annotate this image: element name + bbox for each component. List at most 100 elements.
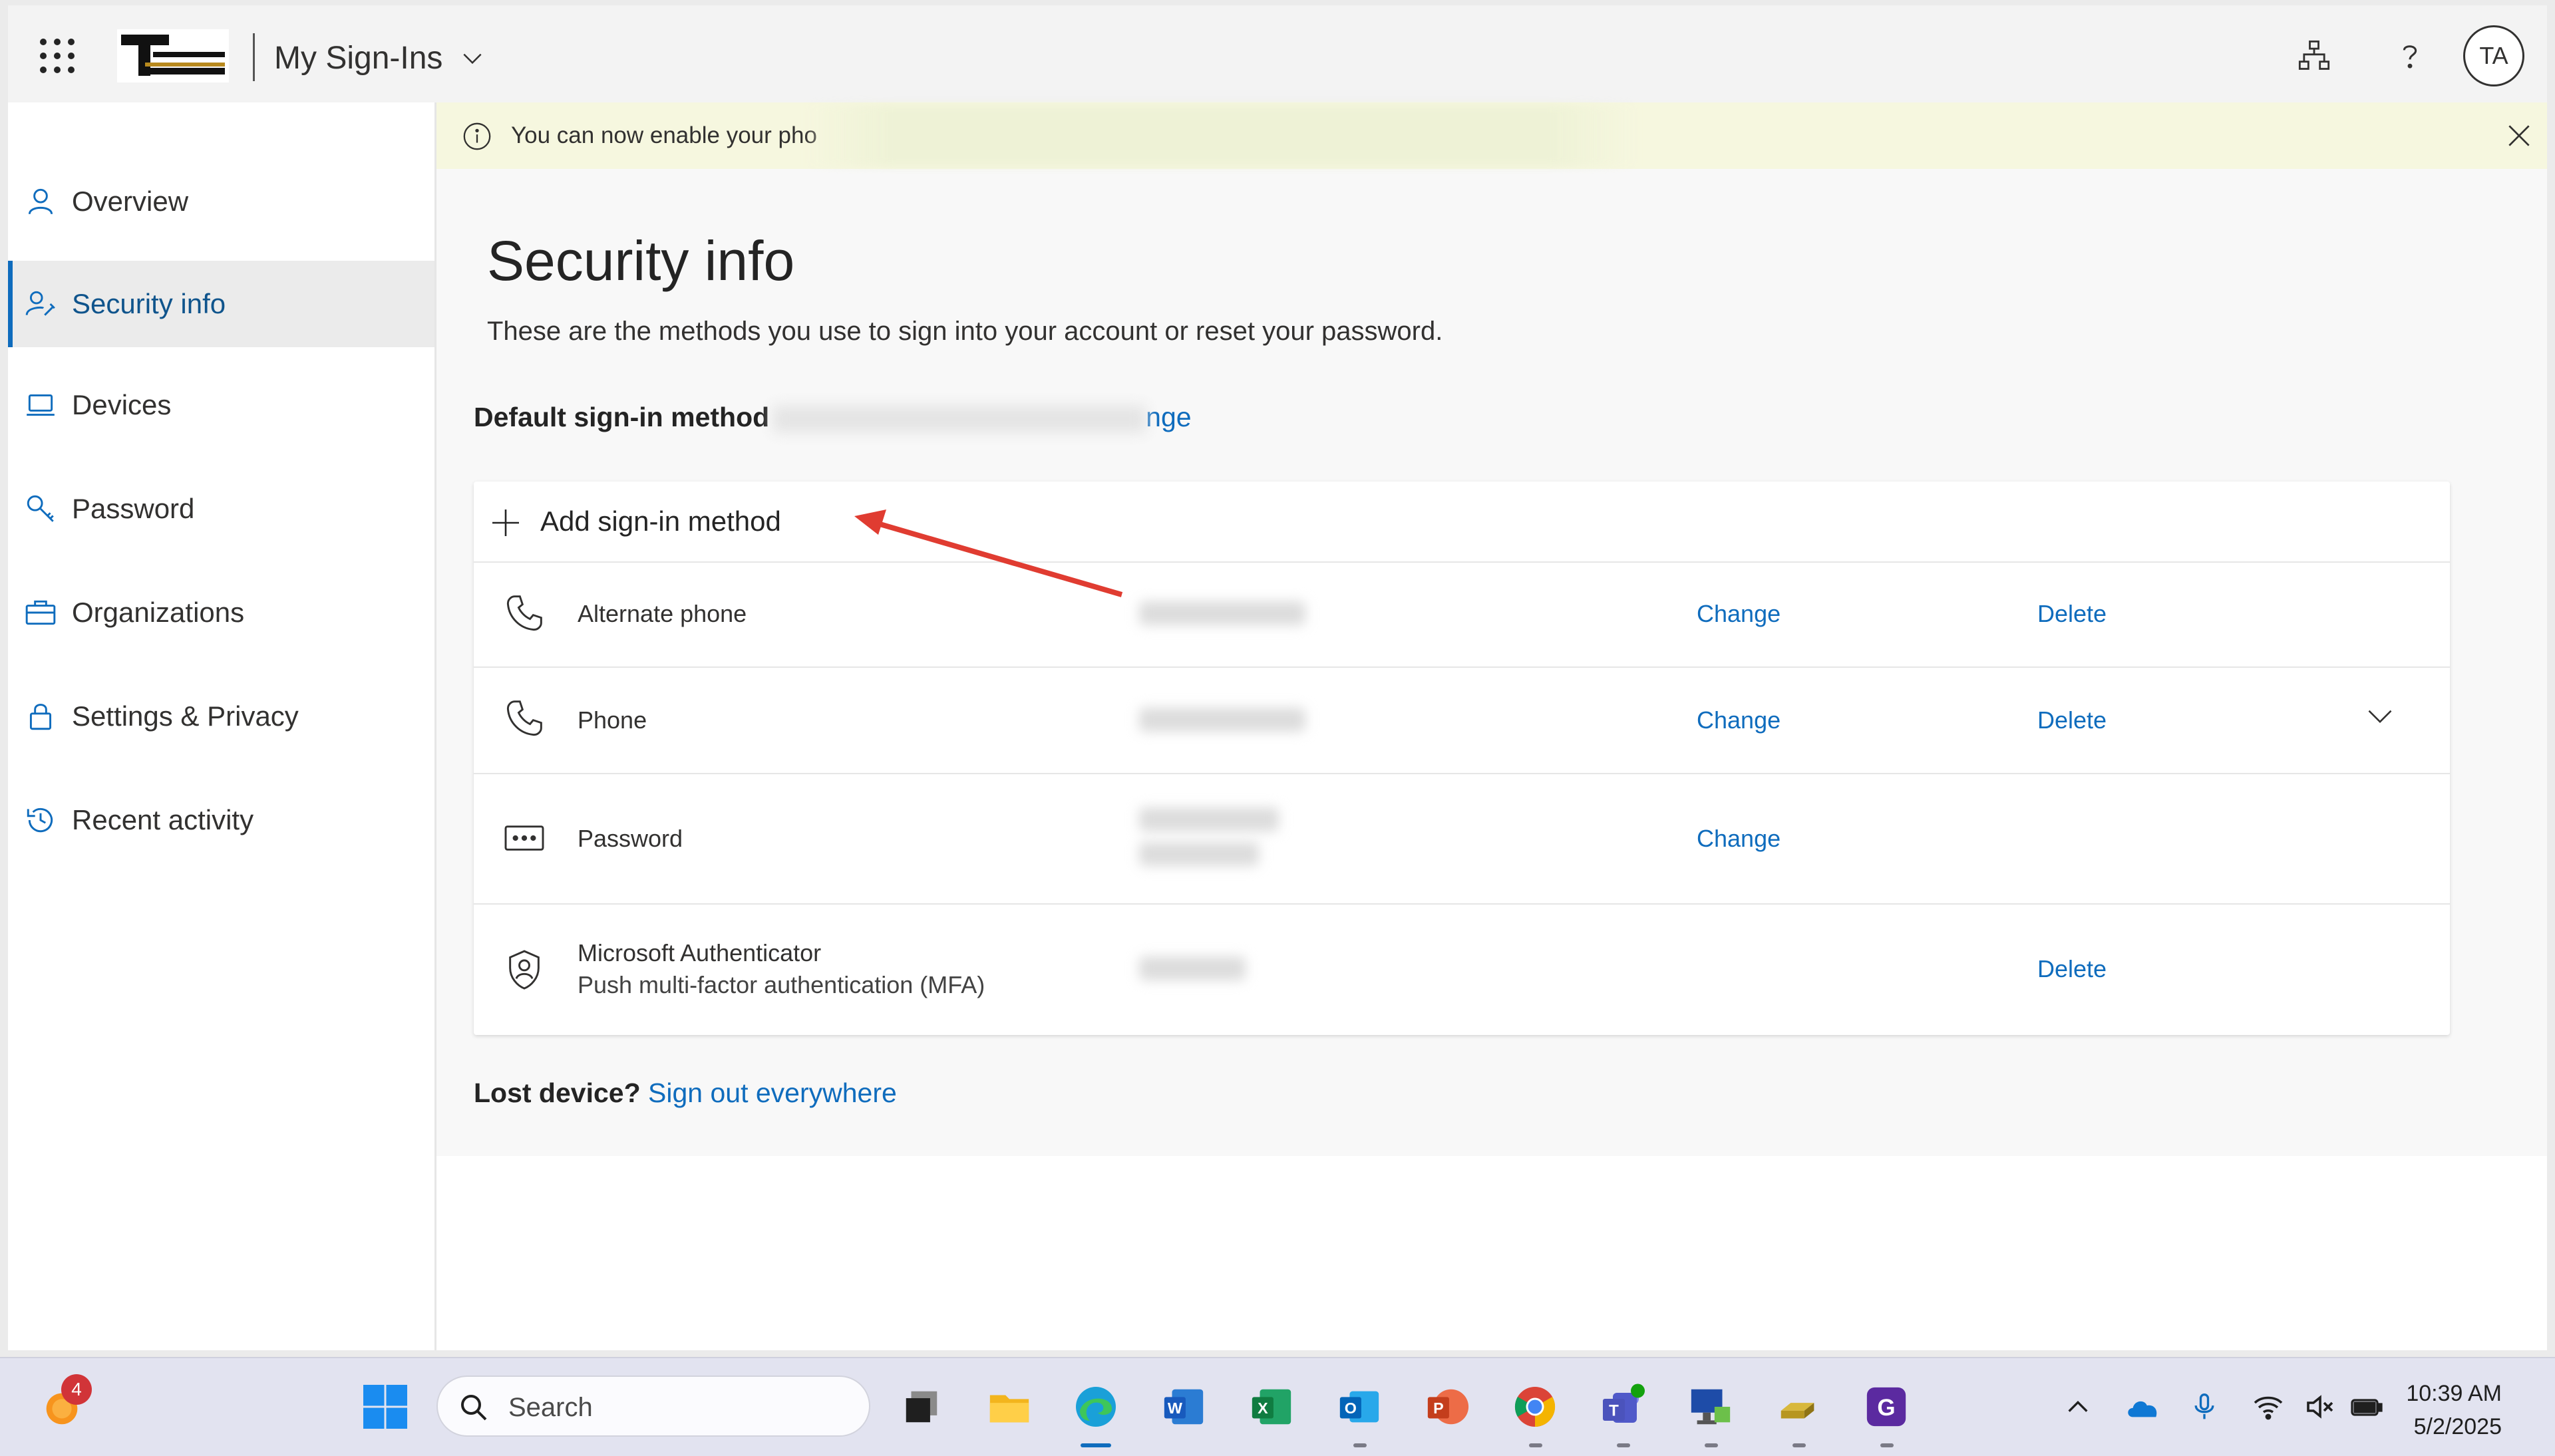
svg-text:X: X xyxy=(1258,1399,1268,1417)
waffle-icon[interactable] xyxy=(40,39,75,73)
password-icon xyxy=(504,825,544,851)
redacted-method-detail xyxy=(1139,708,1305,732)
sidebar-item-label: Password xyxy=(72,493,195,524)
briefcase-icon xyxy=(23,595,59,631)
teams-icon[interactable]: T xyxy=(1597,1381,1649,1433)
remote-desktop-icon[interactable] xyxy=(1685,1381,1737,1433)
lost-device-row: Lost device? Sign out everywhere xyxy=(474,1078,897,1109)
delete-link[interactable]: Delete xyxy=(2037,600,2107,628)
default-sign-in-method: Default sign-in method nge xyxy=(474,402,1192,433)
change-link[interactable]: Change xyxy=(1697,825,1781,853)
lost-device-label: Lost device? xyxy=(474,1078,641,1108)
browser-window: My Sign-Ins TA Overview Security info De… xyxy=(8,5,2547,1350)
edge-browser-icon[interactable] xyxy=(1070,1381,1122,1433)
sign-in-methods-card: Add sign-in method Alternate phone Chang… xyxy=(474,482,2450,1035)
page-description: These are the methods you use to sign in… xyxy=(487,317,1443,346)
chevron-down-icon xyxy=(463,53,482,64)
banner-text: You can now enable your pho xyxy=(511,122,817,148)
method-row-phone: Phone Change Delete xyxy=(474,666,2450,774)
svg-text:O: O xyxy=(1345,1399,1357,1417)
history-icon xyxy=(23,802,59,838)
svg-text:P: P xyxy=(1433,1399,1444,1417)
delete-link[interactable]: Delete xyxy=(2037,955,2107,983)
clock-date: 5/2/2025 xyxy=(2413,1414,2502,1439)
person-key-icon xyxy=(23,286,59,322)
change-link[interactable]: Change xyxy=(1697,706,1781,734)
avatar[interactable]: TA xyxy=(2463,25,2524,86)
outlook-icon[interactable]: O xyxy=(1333,1381,1385,1433)
org-chart-icon[interactable] xyxy=(2294,36,2334,76)
microphone-icon[interactable] xyxy=(2186,1389,2222,1425)
sidebar: Overview Security info Devices Password … xyxy=(8,102,436,1350)
add-method-label: Add sign-in method xyxy=(540,506,781,537)
lock-icon xyxy=(23,698,59,734)
sidebar-item-devices[interactable]: Devices xyxy=(8,362,434,448)
add-sign-in-method-button[interactable]: Add sign-in method xyxy=(474,482,2450,563)
avatar-initials: TA xyxy=(2479,42,2508,69)
close-icon[interactable] xyxy=(2504,121,2534,150)
redacted-banner-text xyxy=(809,105,1634,166)
redacted-method-detail xyxy=(1139,807,1279,831)
chevron-up-icon[interactable] xyxy=(2060,1389,2096,1425)
gold-bars-app-icon[interactable] xyxy=(1773,1381,1824,1433)
onedrive-icon[interactable] xyxy=(2125,1389,2161,1425)
taskbar-search[interactable]: Search xyxy=(436,1376,870,1437)
redacted-method-detail xyxy=(1139,842,1259,866)
word-icon[interactable]: W xyxy=(1158,1381,1210,1433)
sign-out-everywhere-link[interactable]: Sign out everywhere xyxy=(648,1078,897,1108)
method-name: Password xyxy=(578,825,683,852)
chrome-icon[interactable] xyxy=(1509,1381,1561,1433)
default-method-change-link[interactable]: nge xyxy=(1146,402,1191,432)
running-app-indicator xyxy=(1353,1443,1367,1447)
method-subtitle: Push multi-factor authentication (MFA) xyxy=(578,971,985,998)
sidebar-item-label: Settings & Privacy xyxy=(72,700,299,732)
method-row-alternate-phone: Alternate phone Change Delete xyxy=(474,561,2450,668)
wifi-icon[interactable] xyxy=(2250,1389,2286,1425)
sidebar-item-password[interactable]: Password xyxy=(8,466,434,552)
windows-start-icon[interactable] xyxy=(359,1381,411,1433)
redacted-method-detail xyxy=(1139,601,1305,625)
purple-app-icon[interactable]: G xyxy=(1860,1381,1912,1433)
system-clock[interactable]: 10:39 AM 5/2/2025 xyxy=(2369,1377,2502,1443)
delete-link[interactable]: Delete xyxy=(2037,706,2107,734)
sidebar-item-label: Recent activity xyxy=(72,804,254,835)
sidebar-item-security-info[interactable]: Security info xyxy=(8,261,434,347)
excel-icon[interactable]: X xyxy=(1246,1381,1297,1433)
sidebar-item-label: Security info xyxy=(72,288,226,319)
company-logo[interactable] xyxy=(117,29,229,82)
method-name: Phone xyxy=(578,706,647,734)
sidebar-item-label: Organizations xyxy=(72,597,245,628)
running-app-indicator xyxy=(1880,1443,1894,1447)
powerpoint-icon[interactable]: P xyxy=(1421,1381,1473,1433)
chevron-down-icon[interactable] xyxy=(2365,701,2395,730)
sidebar-item-settings-privacy[interactable]: Settings & Privacy xyxy=(8,673,434,760)
change-link[interactable]: Change xyxy=(1697,600,1781,628)
running-app-indicator xyxy=(1617,1443,1630,1447)
sidebar-item-organizations[interactable]: Organizations xyxy=(8,569,434,656)
notification-badge: 4 xyxy=(61,1374,92,1405)
running-app-indicator xyxy=(1529,1443,1542,1447)
svg-text:G: G xyxy=(1877,1395,1895,1421)
speaker-muted-icon[interactable] xyxy=(2302,1389,2338,1425)
phone-icon xyxy=(506,700,542,736)
page-title: Security info xyxy=(487,229,795,292)
sidebar-item-recent-activity[interactable]: Recent activity xyxy=(8,777,434,863)
app-title: My Sign-Ins xyxy=(274,41,443,76)
key-icon xyxy=(23,491,59,527)
top-header: My Sign-Ins TA xyxy=(8,5,2547,104)
task-view-icon[interactable] xyxy=(896,1381,947,1433)
help-icon[interactable] xyxy=(2390,36,2430,76)
notification-banner: You can now enable your pho xyxy=(436,102,2547,169)
file-explorer-icon[interactable] xyxy=(983,1381,1035,1433)
person-icon xyxy=(23,184,59,219)
svg-text:W: W xyxy=(1168,1399,1182,1417)
app-switcher[interactable]: My Sign-Ins xyxy=(274,40,485,76)
search-icon xyxy=(461,1395,487,1421)
security-info-panel: You can now enable your pho Security inf… xyxy=(436,102,2547,1156)
method-row-password: Password Change xyxy=(474,773,2450,905)
info-icon xyxy=(463,122,491,150)
sidebar-item-label: Devices xyxy=(72,389,172,420)
method-row-microsoft-authenticator: Microsoft Authenticator Push multi-facto… xyxy=(474,903,2450,1035)
header-divider xyxy=(253,33,255,81)
sidebar-item-overview[interactable]: Overview xyxy=(8,158,434,245)
